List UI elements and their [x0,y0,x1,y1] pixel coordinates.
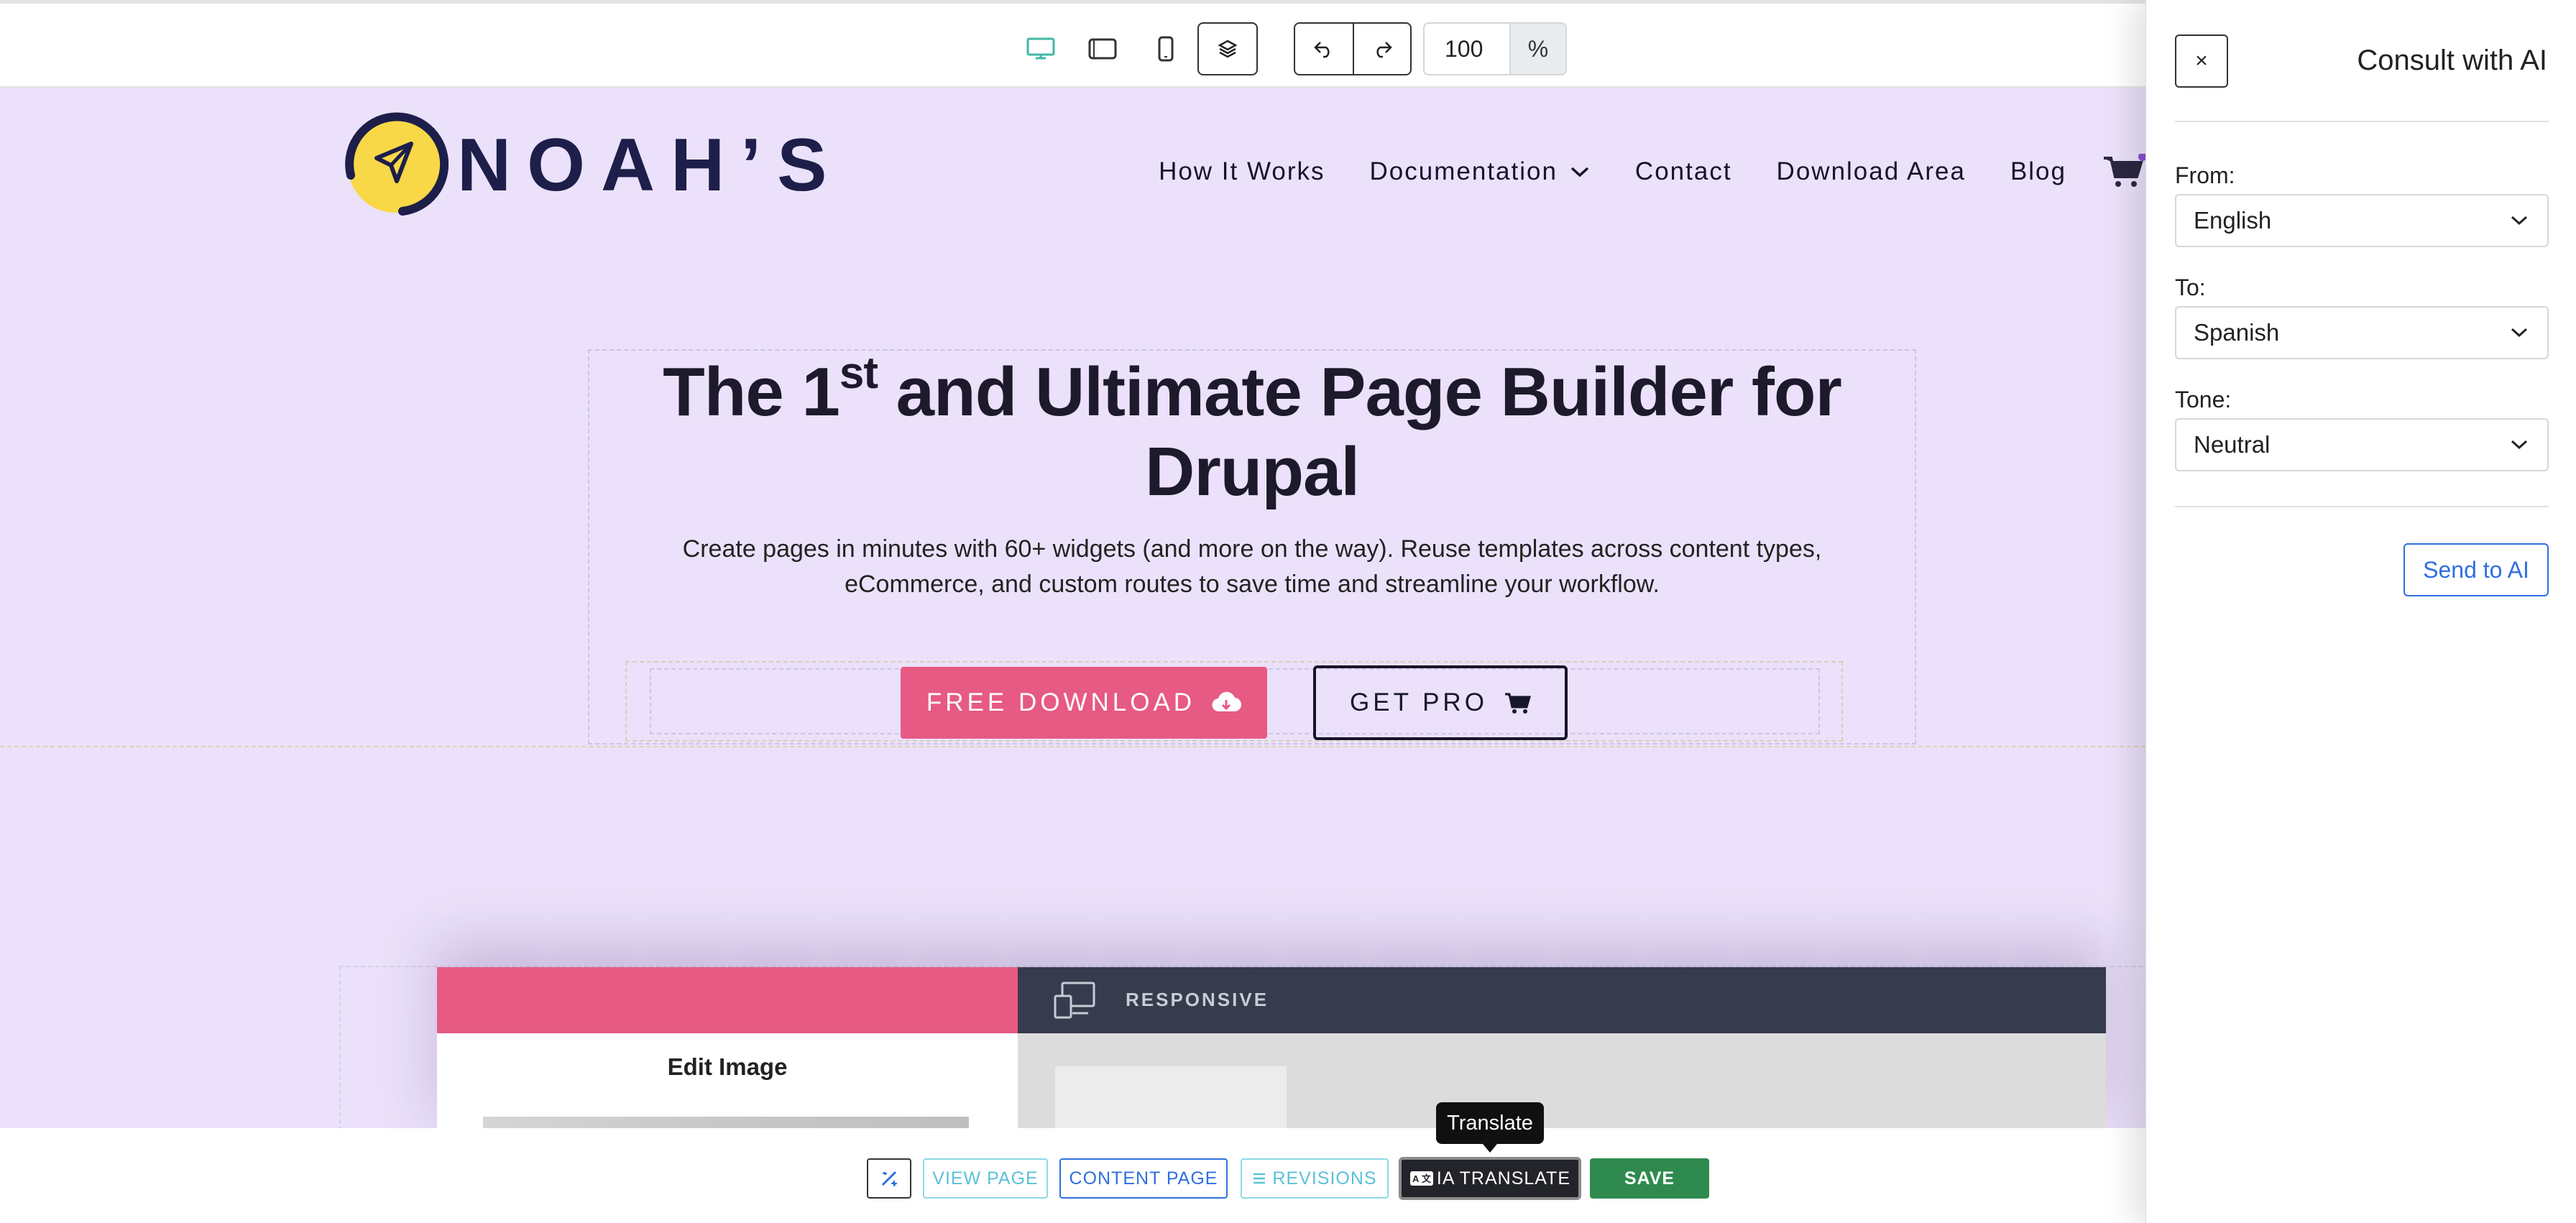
responsive-icon [1054,982,1095,1019]
mockup-preview-area [1018,1033,2106,1128]
hero-title-pre: The 1 [663,354,840,430]
translate-tooltip: Translate [1436,1102,1544,1153]
chevron-down-icon [2511,328,2528,338]
save-button[interactable]: SAVE [1590,1158,1709,1199]
zoom-unit-label: % [1509,22,1567,75]
redo-icon [1376,42,1392,58]
revisions-label: REVISIONS [1272,1168,1377,1189]
mockup-responsive-label: RESPONSIVE [1126,989,1269,1010]
panel-divider [2175,121,2549,122]
ia-translate-button[interactable]: A文 IA TRANSLATE [1399,1157,1581,1200]
chevron-down-icon [2511,216,2528,226]
tablet-icon [1088,38,1117,60]
get-pro-button[interactable]: GET PRO [1313,665,1568,740]
undo-button[interactable] [1294,22,1354,75]
hero-title-sup: st [839,349,878,398]
nav-item-download-area[interactable]: Download Area [1777,157,1966,186]
view-page-button[interactable]: VIEW PAGE [923,1158,1048,1199]
cloud-download-icon [1212,691,1242,712]
hero-title-post: and Ultimate Page Builder for Drupal [877,354,1842,511]
mockup-preview-box [1055,1066,1287,1128]
device-mobile-button[interactable] [1146,22,1186,75]
tone-value: Neutral [2194,431,2271,458]
to-language-value: Spanish [2194,319,2280,346]
from-language-value: English [2194,207,2272,234]
tone-label: Tone: [2175,387,2232,412]
svg-text:文: 文 [1422,1173,1432,1184]
nav-item-contact[interactable]: Contact [1635,157,1732,186]
site-logo[interactable]: NOAH’S [339,111,842,220]
page-canvas[interactable]: NOAH’S How It Works Documentation Contac… [0,88,2145,1128]
revisions-icon [1254,1173,1266,1184]
revisions-button[interactable]: REVISIONS [1241,1158,1389,1199]
nav-item-how-it-works[interactable]: How It Works [1159,157,1325,186]
panel-divider [2175,506,2549,507]
cart-icon [1504,693,1531,714]
mockup-image-strip [483,1117,969,1128]
translate-icon: A文 [1409,1171,1433,1186]
nav-item-documentation-label: Documentation [1369,157,1558,185]
chevron-down-icon [2511,440,2528,450]
layers-button[interactable] [1197,22,1258,75]
free-download-label: FREE DOWNLOAD [926,688,1196,716]
close-panel-button[interactable]: × [2175,34,2228,88]
magic-tools-button[interactable] [867,1158,911,1199]
desktop-icon [1026,37,1055,60]
ia-translate-label: IA TRANSLATE [1436,1168,1571,1189]
content-page-button[interactable]: CONTENT PAGE [1059,1158,1228,1199]
mockup-dark-header: RESPONSIVE [1018,967,2106,1033]
logo-plane-icon [345,112,448,216]
mobile-icon [1158,36,1174,62]
zoom-input[interactable] [1423,22,1511,75]
svg-text:A: A [1412,1173,1420,1184]
logo-text: NOAH’S [457,124,843,207]
hero-title: The 1st and Ultimate Page Builder for Dr… [588,349,1916,512]
send-to-ai-button[interactable]: Send to AI [2404,543,2549,596]
mockup-edit-panel [437,1033,1018,1128]
free-download-button[interactable]: FREE DOWNLOAD [901,667,1267,739]
layers-icon [1218,40,1238,58]
from-label: From: [2175,162,2235,188]
from-language-select[interactable]: English [2175,194,2549,247]
device-tablet-button[interactable] [1082,22,1123,75]
undo-icon [1314,42,1330,58]
nav-item-blog[interactable]: Blog [2010,157,2066,186]
hero-subtitle: Create pages in minutes with 60+ widgets… [682,535,1822,598]
tone-select[interactable]: Neutral [2175,418,2549,471]
nav-item-documentation[interactable]: Documentation [1370,157,1591,186]
mockup-edit-image-title: Edit Image [667,1053,788,1080]
consult-ai-panel: × Consult with AI From: English To: Span… [2145,0,2576,1223]
chevron-down-icon [1570,167,1589,177]
editor-toolbar: % [0,0,2145,88]
get-pro-label: GET PRO [1350,688,1488,716]
to-language-select[interactable]: Spanish [2175,306,2549,359]
cart-icon[interactable] [2102,154,2145,190]
device-desktop-button[interactable] [1021,22,1061,75]
editor-action-bar: VIEW PAGE CONTENT PAGE REVISIONS A文 IA T… [0,1128,2145,1223]
mockup-pink-header [437,967,1018,1033]
builder-mockup-image: Edit Image RESPONSIVE [437,967,2106,1128]
panel-title: Consult with AI [2357,45,2547,76]
magic-icon [881,1171,897,1186]
section-divider [0,746,2145,747]
site-nav: How It Works Documentation Contact Downl… [1114,154,2145,190]
to-label: To: [2175,274,2206,300]
redo-button[interactable] [1353,22,1412,75]
